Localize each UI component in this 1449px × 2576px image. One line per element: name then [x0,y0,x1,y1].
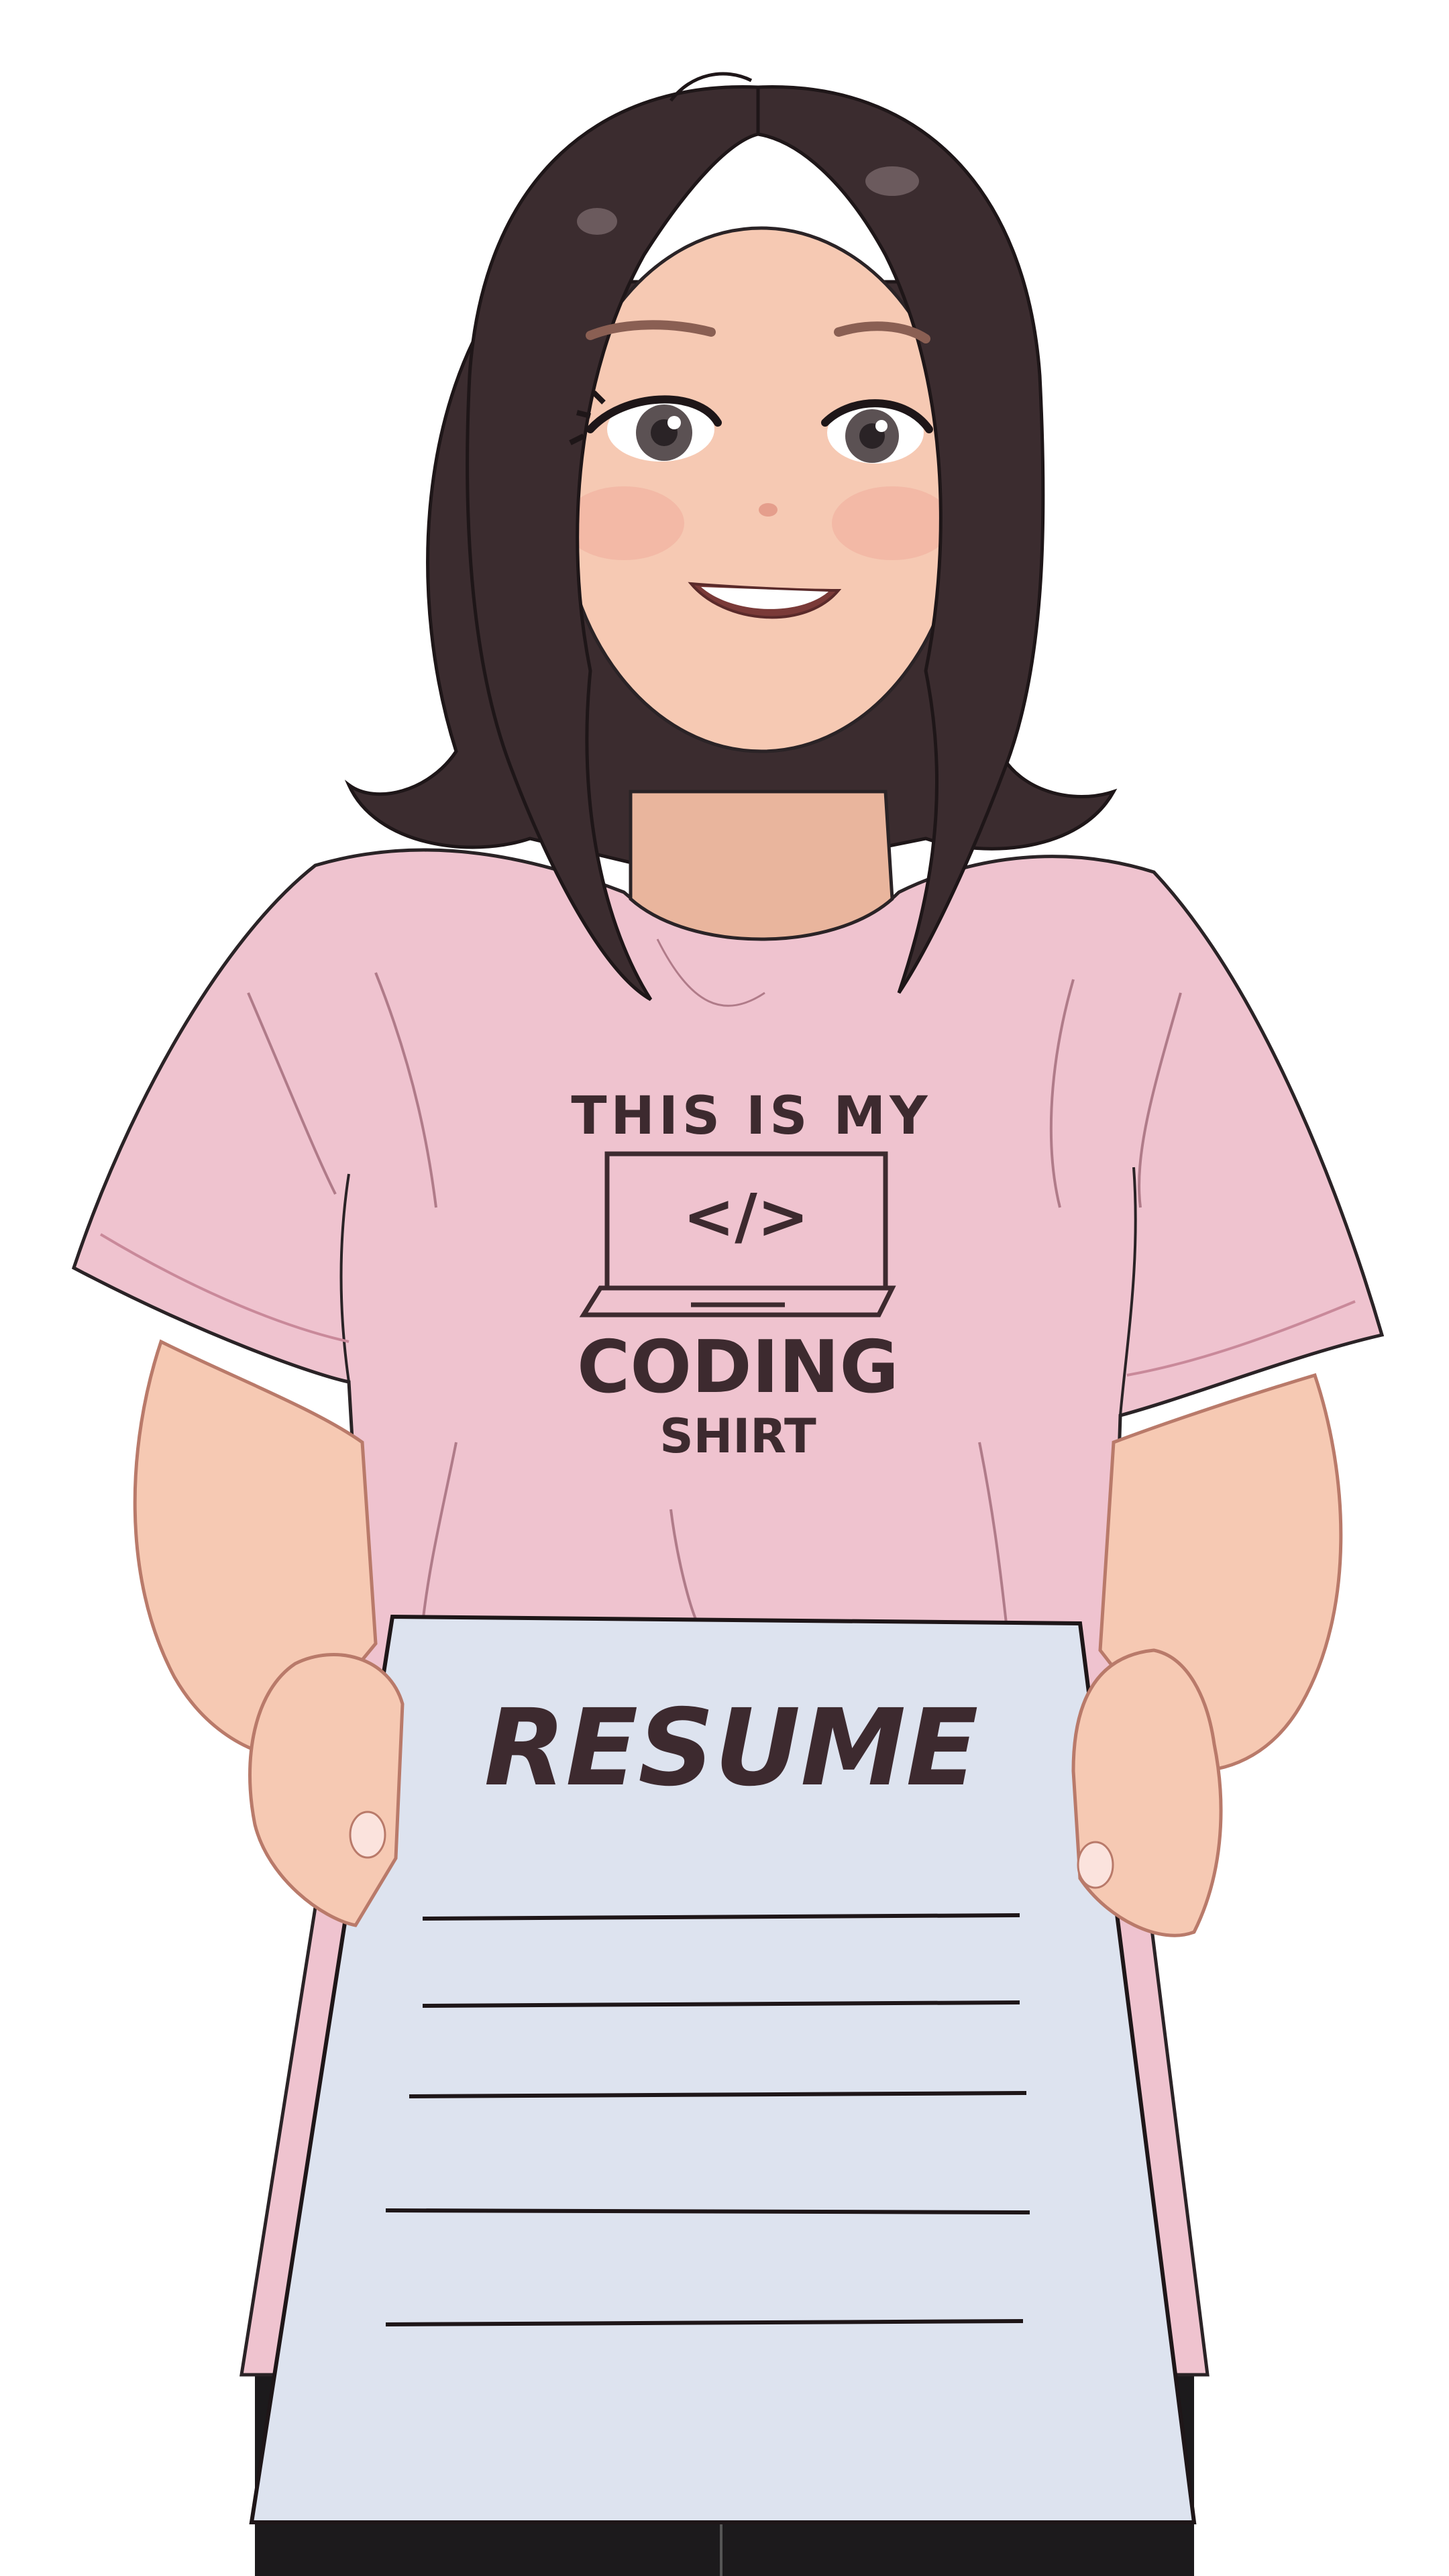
shirt-line-3: SHIRT [659,1409,816,1464]
resume-title: RESUME [484,1686,979,1810]
thumbnail-left [349,1811,386,1859]
resume-line [385,2208,1030,2214]
thumbnail-right [1077,1841,1114,1889]
shirt-line-2: CODING [577,1326,899,1409]
code-glyph: </> [683,1181,809,1252]
nose [759,503,777,517]
neck [629,790,894,941]
illustration: THIS IS MY </> CODING SHIRT RESUME [71,72,1385,2576]
hand-left [248,1653,405,1927]
hand-right [1071,1648,1223,1937]
blush-right [832,486,953,560]
hair-highlight [865,166,919,196]
shirt-line-1: THIS IS MY [571,1086,931,1146]
blush-left [564,486,684,560]
